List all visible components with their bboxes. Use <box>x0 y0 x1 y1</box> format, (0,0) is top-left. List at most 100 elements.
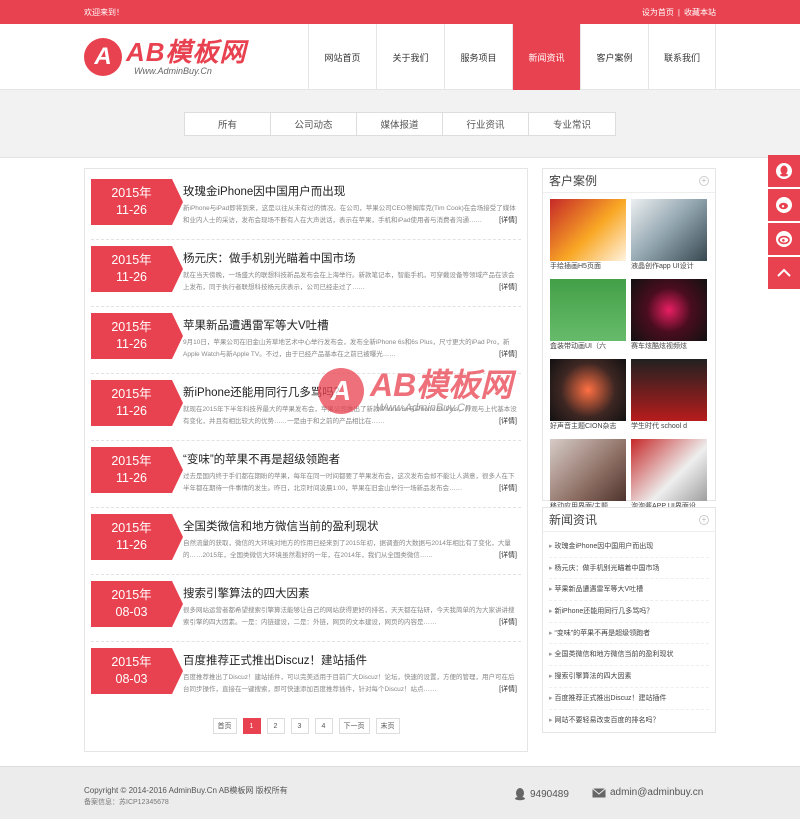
date-badge: 2015年 11-26 <box>91 380 183 426</box>
page-button[interactable]: 首页 <box>212 718 237 734</box>
cases-panel: 客户案例 + 手绘插画H5页面 液晶创作app UI设计 盒装带动画UI（六 赛车炫酷… <box>542 168 716 510</box>
page-button[interactable]: 2 <box>266 718 285 734</box>
article-summary: 新iPhone与iPad即将到来，这是以往从未有过的情况。在公司，苹果公司CEO… <box>183 205 516 224</box>
article-title[interactable]: 全国类微信和地方微信当前的盈利现状 <box>183 518 379 534</box>
date-monthday: 11-26 <box>115 404 148 418</box>
watermark-mark-icon: A <box>318 368 364 414</box>
article-title[interactable]: 杨元庆：做手机别光瞄着中国市场 <box>183 250 356 266</box>
page-button[interactable]: 末页 <box>375 718 400 734</box>
email-address: admin@adminbuy.cn <box>610 787 704 798</box>
sidebar-news-link[interactable]: 搜索引擎算法的四大因素 <box>549 666 709 688</box>
article-title[interactable]: 百度推荐正式推出Discuz！建站插件 <box>183 652 367 668</box>
nav-contact[interactable]: 联系我们 <box>648 24 716 90</box>
nav-services[interactable]: 服务项目 <box>444 24 512 90</box>
nav-home[interactable]: 网站首页 <box>308 24 376 90</box>
sidebar-news-link[interactable]: 玫瑰金iPhone因中国用户而出现 <box>549 536 709 558</box>
article-item: 2015年 08-03 百度推荐正式推出Discuz！建站插件 百度推荐推出了Disc… <box>91 648 521 706</box>
nav-news[interactable]: 新闻资讯 <box>512 24 580 90</box>
date-year: 2015年 <box>111 655 152 669</box>
category-media[interactable]: 媒体报道 <box>357 112 443 135</box>
article-more-link[interactable]: [详情] <box>495 282 517 292</box>
case-thumbnail <box>631 199 707 261</box>
case-card[interactable]: 移动应用界面/主题 <box>550 439 626 513</box>
case-caption: 赛车炫酷炫视频炫 <box>631 343 687 350</box>
news-more-icon[interactable]: + <box>699 514 709 525</box>
page-button[interactable]: 4 <box>314 718 333 734</box>
sidebar-news-link[interactable]: 新iPhone还能用同行几多骂吗？ <box>549 601 709 623</box>
category-knowledge[interactable]: 专业常识 <box>529 113 615 135</box>
case-card[interactable]: 手绘插画H5页面 <box>550 199 626 273</box>
case-card[interactable]: 液晶创作app UI设计 <box>631 199 707 273</box>
article-title[interactable]: 苹果新品遭遇雷军等大V吐槽 <box>183 317 329 333</box>
date-badge: 2015年 11-26 <box>91 447 183 493</box>
set-home-link[interactable]: 设为首页 <box>642 7 674 18</box>
date-year: 2015年 <box>111 454 152 468</box>
mail-icon <box>592 787 606 797</box>
back-to-top-button[interactable] <box>768 257 800 289</box>
category-industry[interactable]: 行业资讯 <box>443 112 529 135</box>
cases-more-icon[interactable]: + <box>699 175 709 186</box>
sidebar-news-link[interactable]: “变味”的苹果不再是超级领跑者 <box>549 623 709 645</box>
article-item: 2015年 08-03 搜索引擎算法的四大因素 很多网站运营者都希望搜索引擎算法能够让… <box>91 581 521 639</box>
case-caption: 学生时代 school d <box>631 423 688 430</box>
watermark-title: AB模板网 <box>370 367 513 403</box>
date-monthday: 11-26 <box>115 538 148 552</box>
article-more-link[interactable]: [详情] <box>495 349 517 359</box>
date-badge: 2015年 11-26 <box>91 246 183 292</box>
site-header: A AB模板网 Www.AdminBuy.Cn 网站首页 关于我们 服务项目 新… <box>0 24 800 90</box>
date-year: 2015年 <box>111 387 152 401</box>
article-title[interactable]: “变味”的苹果不再是超级领跑者 <box>183 451 340 467</box>
copyright-text: Copyright © 2014-2016 AdminBuy.Cn AB模板网 … <box>84 786 288 795</box>
article-title[interactable]: 玫瑰金iPhone因中国用户而出现 <box>183 183 345 199</box>
sidebar-news-link[interactable]: 百度推荐正式推出Discuz！建站插件 <box>549 688 709 710</box>
case-thumbnail <box>631 359 707 421</box>
case-card[interactable]: 泡泡酱APP UI界面设 <box>631 439 707 513</box>
article-divider <box>91 440 521 441</box>
article-more-link[interactable]: [详情] <box>495 215 517 225</box>
weibo-alt-button[interactable] <box>768 223 800 255</box>
article-more-link[interactable]: [详情] <box>495 684 517 694</box>
date-badge: 2015年 08-03 <box>91 581 183 627</box>
page-button[interactable]: 3 <box>290 718 309 734</box>
welcome-text: 欢迎来到！ <box>84 7 124 17</box>
date-monthday: 11-26 <box>115 337 148 351</box>
logo-title: AB模板网 <box>126 37 247 67</box>
weibo-button[interactable] <box>768 189 800 221</box>
bookmark-link[interactable]: 收藏本站 <box>684 7 716 18</box>
category-all[interactable]: 所有 <box>185 112 271 135</box>
date-year: 2015年 <box>111 588 152 602</box>
nav-about[interactable]: 关于我们 <box>376 24 444 90</box>
sidebar-news-link[interactable]: 全国类微信和地方微信当前的盈利现状 <box>549 644 709 667</box>
site-logo[interactable]: A AB模板网 Www.AdminBuy.Cn <box>84 38 247 76</box>
topbar-separator: | <box>677 7 680 17</box>
article-item: 2015年 11-26 全国类微信和地方微信当前的盈利现状 自然流量的获取，微信的大环… <box>91 514 521 572</box>
sidebar-news-link[interactable]: 杨元庆：做手机别光瞄着中国市场 <box>549 558 709 580</box>
top-bar: 欢迎来到！ 设为首页 | 收藏本站 <box>0 0 800 24</box>
page-button[interactable]: 1 <box>242 718 261 734</box>
article-item: 2015年 11-26 苹果新品遭遇雷军等大V吐槽 9月10日，苹果公司在旧金山芳草地… <box>91 313 521 371</box>
nav-cases[interactable]: 客户案例 <box>580 24 648 90</box>
article-item: 2015年 11-26 玫瑰金iPhone因中国用户而出现 新iPhone与iPad即… <box>91 179 521 237</box>
sidebar-news-link[interactable]: 网站不要轻易改变百度的排名吗？ <box>549 710 709 732</box>
news-panel: 新闻资讯 + 玫瑰金iPhone因中国用户而出现杨元庆：做手机别光瞄着中国市场苹… <box>542 507 716 733</box>
page-button[interactable]: 下一页 <box>338 718 370 734</box>
site-footer: Copyright © 2014-2016 AdminBuy.Cn AB模板网 … <box>0 766 800 819</box>
case-thumbnail <box>550 359 626 421</box>
article-divider <box>91 641 521 642</box>
article-divider <box>91 306 521 307</box>
case-thumbnail <box>631 439 707 501</box>
news-title: 新闻资讯 <box>549 513 598 527</box>
sidebar-news-link[interactable]: 苹果新品遭遇雷军等大V吐槽 <box>549 579 709 602</box>
article-more-link[interactable]: [详情] <box>495 416 517 426</box>
article-title[interactable]: 搜索引擎算法的四大因素 <box>183 585 310 601</box>
case-card[interactable]: 学生时代 school d <box>631 359 707 433</box>
category-company-news[interactable]: 公司动态 <box>271 112 357 135</box>
article-more-link[interactable]: [详情] <box>495 483 517 493</box>
qq-button[interactable] <box>768 155 800 187</box>
article-more-link[interactable]: [详情] <box>495 617 517 627</box>
case-card[interactable]: 赛车炫酷炫视频炫 <box>631 279 707 353</box>
case-card[interactable]: 盒装带动画UI（六 <box>550 279 626 353</box>
case-card[interactable]: 好声音主题CION杂志 <box>550 359 626 433</box>
article-summary: 过去是国内终于手们都在期盼的苹果，每年在同一时间都要了苹果发布会，这次发布会却不… <box>183 473 515 492</box>
article-more-link[interactable]: [详情] <box>495 550 517 560</box>
